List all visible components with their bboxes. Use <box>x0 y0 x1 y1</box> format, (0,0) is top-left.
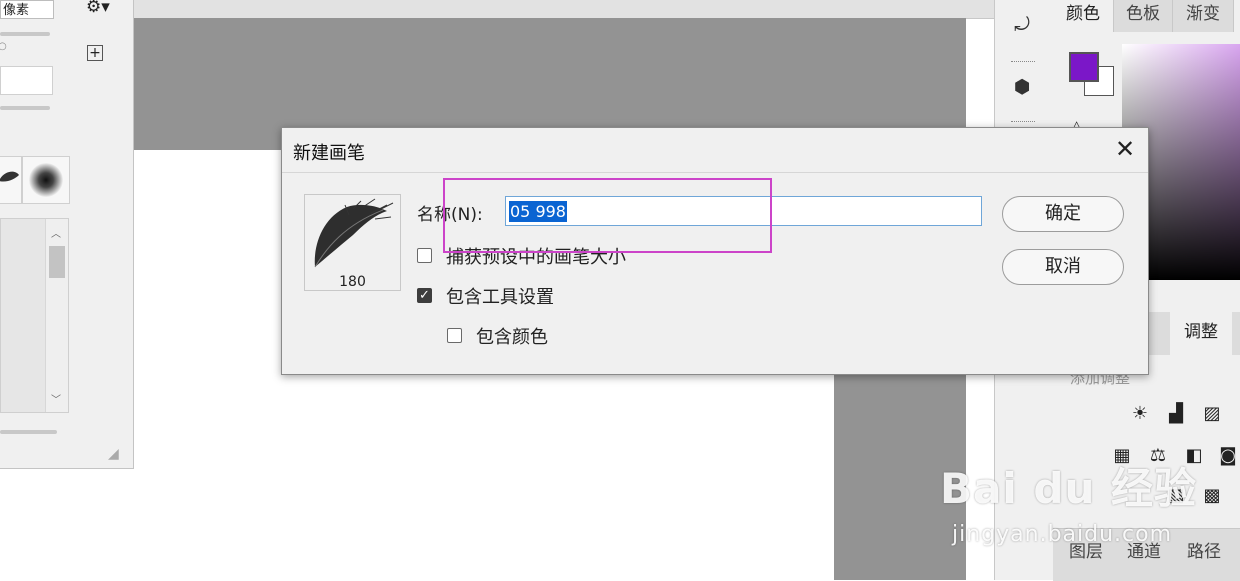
ok-button[interactable]: 确定 <box>1002 196 1124 232</box>
brush-field[interactable] <box>0 66 53 95</box>
brush-preset-list[interactable]: ︿ ﹀ <box>0 218 69 413</box>
3d-cube-icon[interactable]: ⬢ <box>1007 72 1037 102</box>
include-color-checkbox[interactable] <box>447 328 462 343</box>
document-top-strip <box>134 0 994 19</box>
feather-icon <box>314 198 394 268</box>
resize-grip-icon[interactable]: ◢ <box>108 446 119 462</box>
annotation-highlight-box <box>443 178 772 253</box>
include-color-label: 包含颜色 <box>476 327 548 348</box>
brush-preview: 180 <box>304 194 401 291</box>
tab-swatches[interactable]: 色板 <box>1114 0 1173 32</box>
hardness-slider[interactable] <box>0 106 50 110</box>
brush-thumbnail[interactable] <box>0 156 22 204</box>
cancel-button[interactable]: 取消 <box>1002 249 1124 285</box>
bottom-slider[interactable] <box>0 430 57 434</box>
include-tool-settings-label: 包含工具设置 <box>446 287 554 308</box>
dock-grip[interactable] <box>1011 61 1035 65</box>
camera-icon[interactable]: ◙ <box>1216 444 1240 468</box>
scrollbar[interactable]: ︿ ﹀ <box>45 219 68 412</box>
scroll-down-icon[interactable]: ﹀ <box>51 391 61 406</box>
size-unit-field[interactable]: 像素 <box>0 0 54 19</box>
threshold-icon[interactable]: ▩ <box>1200 484 1224 508</box>
gear-icon[interactable]: ⚙▾ <box>86 0 110 17</box>
tab-gradients[interactable]: 渐变 <box>1173 0 1234 32</box>
close-icon[interactable]: ✕ <box>1112 136 1138 162</box>
size-slider[interactable] <box>0 32 50 36</box>
dock-grip[interactable] <box>1011 121 1035 125</box>
tab-color[interactable]: 颜色 <box>1053 0 1114 32</box>
dialog-title: 新建画笔 <box>293 143 365 164</box>
tab-adjustments[interactable]: 调整 <box>1170 312 1232 355</box>
curves-icon[interactable]: ▨ <box>1200 402 1224 426</box>
baidu-watermark-url: jingyan.baidu.com <box>952 522 1173 547</box>
soft-round-brush-thumbnail[interactable] <box>22 156 70 204</box>
slider-marker-icon: ○ <box>0 41 7 52</box>
foreground-color-swatch[interactable] <box>1069 52 1099 82</box>
capture-brush-size-checkbox[interactable] <box>417 248 432 263</box>
levels-icon[interactable]: ▟ <box>1164 402 1188 426</box>
title-divider <box>282 172 1148 173</box>
plus-square-icon[interactable]: + <box>87 45 103 61</box>
brush-size-value: 180 <box>339 274 366 290</box>
tab-paths[interactable]: 路径 <box>1187 537 1221 562</box>
scrollbar-thumb[interactable] <box>49 246 65 278</box>
brightness-icon[interactable]: ☀ <box>1128 402 1152 426</box>
history-icon[interactable]: ⤾ <box>1007 10 1037 40</box>
include-tool-settings-checkbox[interactable]: ✓ <box>417 288 432 303</box>
feather-brush-thumb-icon <box>0 171 19 182</box>
brush-settings-panel: 像素 ⚙▾ ○ + ︿ ﹀ ◢ <box>0 0 134 469</box>
scroll-up-icon[interactable]: ︿ <box>51 225 61 240</box>
baidu-watermark-logo: Bai du 经验 <box>940 464 1197 513</box>
